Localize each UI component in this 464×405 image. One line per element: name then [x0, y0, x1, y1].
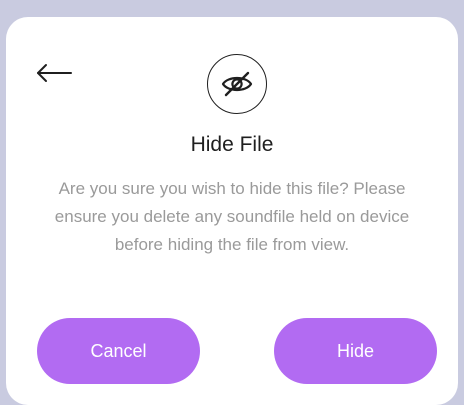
- eye-off-icon: [221, 71, 253, 97]
- screen-backdrop: Hide File Are you sure you wish to hide …: [0, 0, 464, 405]
- hide-file-dialog: Hide File Are you sure you wish to hide …: [6, 17, 458, 405]
- hide-button[interactable]: Hide: [274, 318, 437, 384]
- back-button[interactable]: [34, 57, 74, 89]
- dialog-message: Are you sure you wish to hide this file?…: [54, 179, 410, 254]
- arrow-left-icon: [37, 64, 72, 82]
- dialog-title: Hide File: [190, 133, 274, 156]
- hide-icon-circle: [207, 54, 267, 114]
- cancel-button[interactable]: Cancel: [37, 318, 200, 384]
